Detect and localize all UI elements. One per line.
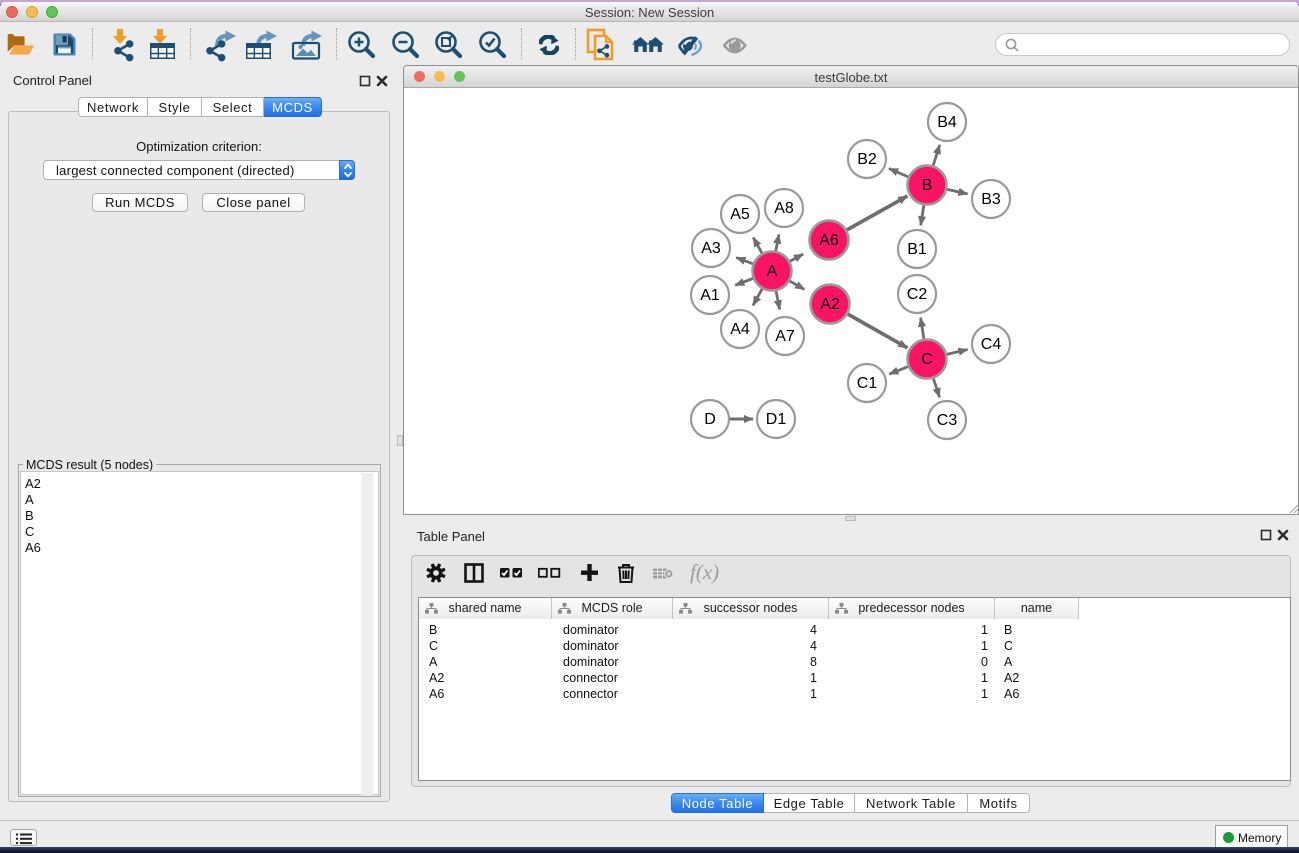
svg-text:D1: D1 [766,411,787,428]
svg-text:C2: C2 [907,286,928,303]
svg-text:C4: C4 [981,336,1002,353]
svg-text:B1: B1 [907,241,927,258]
svg-text:B3: B3 [981,191,1001,208]
svg-text:B2: B2 [857,151,877,168]
svg-text:A5: A5 [730,206,750,223]
svg-text:A1: A1 [700,287,720,304]
svg-text:A: A [767,263,778,280]
svg-text:B: B [922,177,933,194]
svg-text:C: C [921,351,933,368]
svg-text:A4: A4 [730,321,750,338]
svg-text:D: D [704,411,716,428]
svg-text:A2: A2 [820,296,840,313]
svg-text:B4: B4 [937,114,957,131]
svg-text:A7: A7 [775,328,795,345]
svg-text:A8: A8 [774,200,794,217]
svg-text:A3: A3 [701,240,721,257]
svg-text:C1: C1 [857,375,878,392]
svg-text:C3: C3 [937,412,958,429]
svg-text:A6: A6 [819,232,839,249]
